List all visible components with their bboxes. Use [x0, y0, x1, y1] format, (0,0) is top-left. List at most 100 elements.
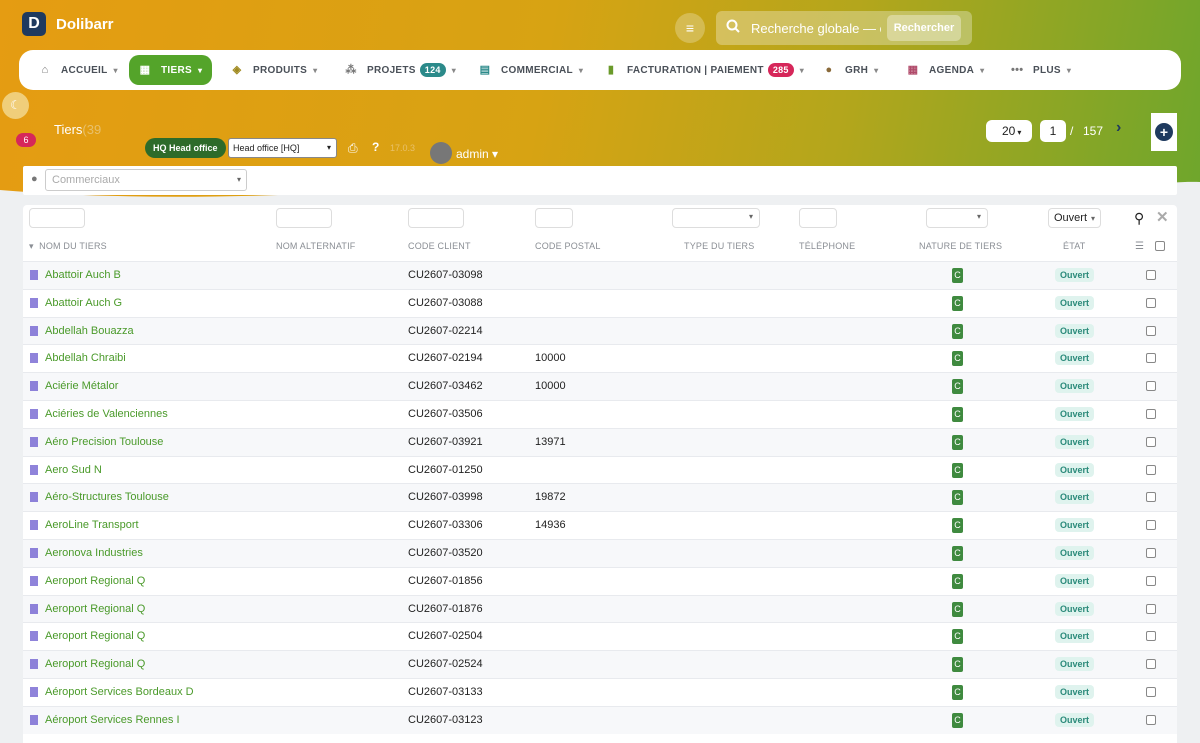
table-row: Aéroport Services Rennes I CU2607-03123 C O… — [23, 705, 1177, 734]
app-name[interactable]: Dolibarr — [56, 16, 114, 33]
nature-badge: C — [952, 268, 963, 283]
list-options-icon[interactable]: ☰ — [1135, 241, 1144, 252]
thirdparty-name-link[interactable]: Aero Sud N — [45, 464, 102, 476]
thirdparty-name-link[interactable]: Aéroport Services Bordeaux D — [45, 686, 194, 698]
col-etat[interactable]: ÉTAT — [1063, 241, 1085, 251]
building-icon: ▦ — [139, 64, 151, 76]
row-checkbox[interactable] — [1146, 381, 1156, 392]
building-icon — [30, 381, 38, 392]
table-row: Aeroport Regional Q CU2607-01856 C Ouvert — [23, 566, 1177, 595]
dark-mode-toggle[interactable]: ☾ — [2, 92, 29, 119]
thirdparty-name-link[interactable]: Aeronova Industries — [45, 547, 143, 559]
row-checkbox[interactable] — [1146, 325, 1156, 336]
clear-filter-icon[interactable]: ✕ — [1156, 208, 1169, 226]
row-checkbox[interactable] — [1146, 408, 1156, 419]
row-checkbox[interactable] — [1146, 353, 1156, 364]
row-checkbox[interactable] — [1146, 436, 1156, 447]
hamburger-menu-button[interactable]: ≡ — [675, 13, 705, 43]
thirdparty-name-link[interactable]: AeroLine Transport — [45, 519, 139, 531]
thirdparty-name-link[interactable]: Aeroport Regional Q — [45, 575, 145, 587]
menu-item-grh[interactable]: ● GRH ▾ — [823, 50, 879, 90]
col-nature[interactable]: NATURE DE TIERS — [919, 241, 1002, 251]
menu-item-tiers[interactable]: ▦ TIERS ▾ — [129, 55, 213, 85]
thirdparty-name-link[interactable]: Abattoir Auch B — [45, 269, 121, 281]
building-icon — [30, 492, 38, 503]
notification-badge[interactable]: 6 — [16, 133, 36, 147]
menu-item-commercial[interactable]: ▤ COMMERCIAL ▾ — [479, 50, 583, 90]
nature-badge: C — [952, 490, 963, 506]
thirdparty-name-link[interactable]: Aéro Precision Toulouse — [45, 436, 163, 448]
row-checkbox[interactable] — [1146, 603, 1156, 614]
status-badge: Ouvert — [1055, 434, 1095, 449]
next-page-icon[interactable]: › — [1116, 119, 1121, 137]
thirdparty-name-link[interactable]: Aeroport Regional Q — [45, 658, 145, 670]
building-icon — [30, 408, 38, 419]
commerciaux-select[interactable]: Commerciaux ▾ — [45, 169, 247, 191]
user-avatar[interactable] — [430, 142, 452, 164]
calendar-icon: ▦ — [907, 64, 919, 76]
new-thirdparty-button[interactable]: + — [1151, 113, 1177, 151]
thirdparty-name-link[interactable]: Aéroport Services Rennes I — [45, 714, 180, 726]
code-postal: 10000 — [535, 380, 566, 393]
per-page-select[interactable]: 20 ▾ — [986, 120, 1032, 142]
more-icon: ••• — [1011, 64, 1024, 76]
row-checkbox[interactable] — [1146, 631, 1156, 642]
row-checkbox[interactable] — [1146, 575, 1156, 586]
col-telephone[interactable]: TÉLÉPHONE — [799, 241, 855, 251]
menu-item-produits[interactable]: ◈ PRODUITS ▾ — [231, 50, 317, 90]
filter-nom[interactable] — [29, 208, 85, 228]
row-checkbox[interactable] — [1146, 520, 1156, 531]
thirdparty-name-link[interactable]: Aciéries de Valenciennes — [45, 408, 168, 420]
col-nom-alternatif[interactable]: NOM ALTERNATIF — [276, 241, 355, 251]
search-icon[interactable]: ⚲ — [1134, 210, 1144, 227]
filter-type-tiers[interactable]: ▾ — [672, 208, 760, 228]
row-checkbox[interactable] — [1146, 464, 1156, 475]
thirdparty-name-link[interactable]: Abdellah Chraibi — [45, 352, 126, 364]
building-icon — [30, 659, 38, 670]
row-checkbox[interactable] — [1146, 659, 1156, 670]
user-tie-icon: ● — [825, 64, 833, 76]
row-checkbox[interactable] — [1146, 547, 1156, 558]
table-row: Aéro-Structures Toulouse CU2607-03998 1987… — [23, 483, 1177, 512]
global-search-button[interactable]: Rechercher — [887, 15, 961, 41]
status-badge: Ouvert — [1055, 379, 1095, 394]
nature-badge: C — [952, 518, 963, 534]
menu-item-facturation[interactable]: ▮ FACTURATION | PAIEMENT 285 ▾ — [605, 50, 804, 90]
menu-item-plus[interactable]: ••• PLUS ▾ — [1011, 50, 1071, 90]
help-icon[interactable]: ? — [372, 140, 379, 154]
thirdparty-name-link[interactable]: Aciérie Métalor — [45, 380, 118, 392]
col-nom[interactable]: ▾ NOM DU TIERS — [29, 241, 107, 252]
filter-nom-alternatif[interactable] — [276, 208, 332, 228]
global-search-input[interactable]: Recherche globale — c — [751, 21, 881, 36]
select-all-checkbox[interactable] — [1155, 241, 1165, 251]
row-checkbox[interactable] — [1146, 686, 1156, 697]
menu-item-projets[interactable]: ⁂ PROJETS 124 ▾ — [345, 50, 456, 90]
filter-code-postal[interactable] — [535, 208, 573, 228]
thirdparty-name-link[interactable]: Aéro-Structures Toulouse — [45, 491, 169, 503]
col-code-client[interactable]: CODE CLIENT — [408, 241, 471, 251]
facturation-badge: 285 — [767, 63, 794, 77]
print-icon[interactable]: ⎙ — [348, 141, 362, 155]
filter-nature[interactable]: ▾ — [926, 208, 988, 228]
thirdparty-name-link[interactable]: Aeroport Regional Q — [45, 603, 145, 615]
thirdparty-name-link[interactable]: Abattoir Auch G — [45, 297, 122, 309]
user-menu[interactable]: admin ▾ — [456, 147, 498, 161]
page-number-input[interactable]: 1 — [1040, 120, 1066, 142]
col-code-postal[interactable]: CODE POSTAL — [535, 241, 601, 251]
dolibarr-logo[interactable]: D — [22, 12, 46, 36]
entity-select[interactable]: Head office [HQ] ▾ — [228, 138, 337, 158]
thirdparty-name-link[interactable]: Abdellah Bouazza — [45, 325, 134, 337]
menu-item-agenda[interactable]: ▦ AGENDA ▾ — [907, 50, 985, 90]
filter-etat[interactable]: Ouvert ▾ — [1048, 208, 1101, 228]
thirdparty-name-link[interactable]: Aeroport Regional Q — [45, 630, 145, 642]
filter-code-client[interactable] — [408, 208, 464, 228]
row-checkbox[interactable] — [1146, 297, 1156, 308]
entity-badge[interactable]: HQ Head office — [145, 138, 226, 158]
nature-badge: C — [952, 351, 963, 367]
row-checkbox[interactable] — [1146, 270, 1156, 280]
menu-item-accueil[interactable]: ⌂ ACCUEIL ▾ — [39, 50, 118, 90]
filter-telephone[interactable] — [799, 208, 837, 228]
row-checkbox[interactable] — [1146, 492, 1156, 503]
row-checkbox[interactable] — [1146, 714, 1156, 725]
col-type-tiers[interactable]: TYPE DU TIERS — [684, 241, 754, 251]
